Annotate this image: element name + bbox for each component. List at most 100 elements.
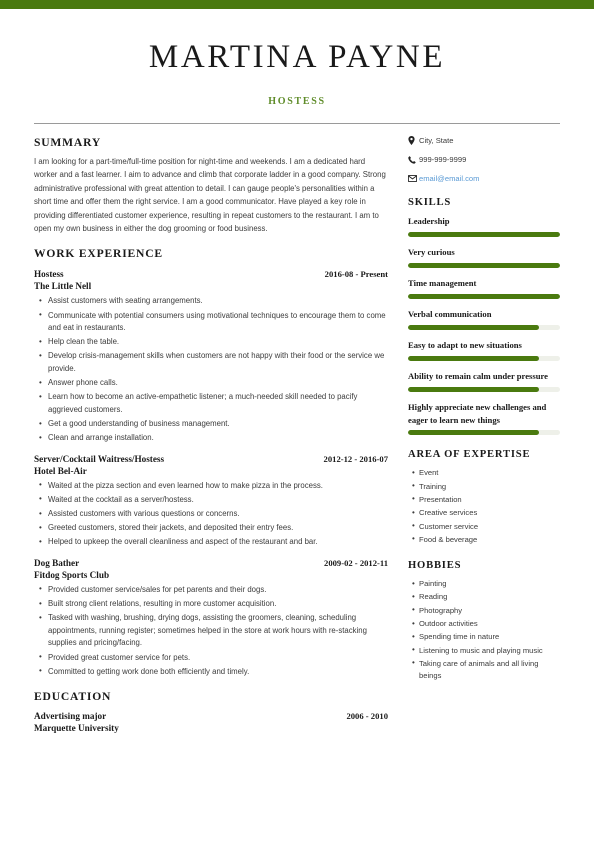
job-bullet: Tasked with washing, brushing, drying do…: [39, 612, 388, 650]
resume-header: MARTINA PAYNE HOSTESS: [0, 9, 594, 107]
skill-item: Easy to adapt to new situations: [408, 339, 560, 361]
list-item: Training: [412, 480, 560, 493]
skill-bar-track: [408, 263, 560, 269]
job-bullet: Built strong client relations, resulting…: [39, 598, 388, 611]
job-bullet: Greeted customers, stored their jackets,…: [39, 522, 388, 535]
job-bullet: Answer phone calls.: [39, 377, 388, 390]
education-degree: Advertising major: [34, 711, 107, 722]
skill-name: Very curious: [408, 247, 455, 258]
job-company: Hotel Bel-Air: [34, 465, 87, 476]
list-item: Reading: [412, 591, 560, 604]
skill-item: Ability to remain calm under pressure: [408, 370, 560, 392]
job-bullet: Communicate with potential consumers usi…: [39, 309, 388, 335]
candidate-name: MARTINA PAYNE: [148, 39, 446, 75]
list-item: Taking care of animals and all living be…: [412, 657, 560, 683]
skill-name: Highly appreciate new challenges and eag…: [408, 401, 547, 425]
skill-bar-track: [408, 430, 560, 436]
skill-bar-fill: [408, 324, 539, 330]
envelope-icon: [408, 175, 419, 183]
contact-item-email[interactable]: email@email.com: [408, 174, 560, 183]
job-date: 2016-08 - Present: [324, 269, 388, 280]
list-item: Customer service: [412, 520, 560, 533]
education-entry: Advertising major 2006 - 2010 Marquette …: [34, 711, 388, 733]
skill-item: Time management: [408, 277, 560, 299]
resume-page: MARTINA PAYNE HOSTESS SUMMARY I am looki…: [0, 0, 594, 841]
contact-email-value[interactable]: email@email.com: [419, 174, 479, 183]
hobbies-list: Painting Reading Photography Outdoor act…: [408, 578, 560, 682]
work-experience-section: WORK EXPERIENCE Hostess 2016-08 - Presen…: [34, 247, 388, 678]
job-bullets: Provided customer service/sales for pet …: [34, 583, 388, 679]
hobbies-heading: HOBBIES: [408, 560, 462, 572]
job-header-row: Hostess 2016-08 - Present: [34, 269, 388, 279]
job-bullets: Waited at the pizza section and even lea…: [34, 479, 388, 549]
skill-name: Leadership: [408, 216, 450, 227]
job-bullet: Get a good understanding of business man…: [39, 418, 388, 431]
skill-bar-track: [408, 355, 560, 361]
job-bullets: Assist customers with seating arrangemen…: [34, 295, 388, 444]
list-item: Outdoor activities: [412, 618, 560, 631]
area-of-expertise-list: Event Training Presentation Creative ser…: [408, 467, 560, 547]
skill-bar-track: [408, 293, 560, 299]
job-bullet: Waited at the cocktail as a server/hoste…: [39, 493, 388, 507]
job-entry: Dog Bather 2009-02 - 2012-11 Fitdog Spor…: [34, 558, 388, 678]
skill-bar-track: [408, 386, 560, 392]
skill-item: Highly appreciate new challenges and eag…: [408, 401, 560, 436]
skill-name: Time management: [408, 278, 477, 289]
skill-bar-fill: [408, 386, 539, 392]
job-entry: Server/Cocktail Waitress/Hostess 2012-12…: [34, 454, 388, 549]
education-header-row: Advertising major 2006 - 2010: [34, 711, 388, 721]
skill-name: Ability to remain calm under pressure: [408, 370, 548, 381]
skill-bar-track: [408, 324, 560, 330]
job-bullet: Assist customers with seating arrangemen…: [39, 295, 388, 308]
location-pin-icon: [408, 135, 419, 145]
skill-name: Easy to adapt to new situations: [408, 339, 522, 350]
list-item: Painting: [412, 578, 560, 591]
list-item: Listening to music and playing music: [412, 644, 560, 657]
skill-bar-fill: [408, 355, 539, 361]
job-header-row: Dog Bather 2009-02 - 2012-11: [34, 558, 388, 568]
job-entry: Hostess 2016-08 - Present The Little Nel…: [34, 269, 388, 444]
job-date: 2012-12 - 2016-07: [323, 453, 388, 464]
job-bullet: Develop crisis-management skills when cu…: [39, 350, 388, 375]
contact-item-location: City, State: [408, 136, 560, 145]
header-divider: [34, 122, 560, 124]
skill-item: Very curious: [408, 246, 560, 269]
contact-location-value: City, State: [419, 135, 454, 145]
education-heading: EDUCATION: [34, 690, 112, 704]
job-date: 2009-02 - 2012-11: [324, 557, 388, 568]
list-item: Food & beverage: [412, 533, 560, 546]
job-position: Hostess: [34, 269, 64, 280]
summary-heading: SUMMARY: [34, 135, 102, 149]
job-company: The Little Nell: [34, 281, 92, 292]
list-item: Creative services: [412, 507, 560, 520]
work-experience-heading: WORK EXPERIENCE: [34, 247, 163, 261]
list-item: Spending time in nature: [412, 631, 560, 644]
area-of-expertise-section: AREA OF EXPERTISE Event Training Present…: [408, 449, 560, 546]
top-accent-bar: [0, 0, 594, 9]
job-bullet: Provided great customer service for pets…: [39, 651, 388, 665]
contact-list: City, State 999-999-9999 email@email.com: [408, 136, 560, 183]
skill-item: Verbal communication: [408, 308, 560, 330]
contact-phone-value: 999-999-9999: [419, 155, 467, 165]
education-date: 2006 - 2010: [346, 711, 388, 722]
summary-section: SUMMARY I am looking for a part-time/ful…: [34, 136, 388, 235]
main-column: SUMMARY I am looking for a part-time/ful…: [34, 136, 404, 733]
candidate-job-title: HOSTESS: [268, 95, 326, 107]
job-bullet: Help clean the table.: [39, 336, 388, 349]
skill-bar-fill: [408, 232, 560, 238]
skill-bar-fill: [408, 430, 539, 436]
job-bullet: Learn how to become an active-empathetic…: [39, 391, 388, 416]
job-header-row: Server/Cocktail Waitress/Hostess 2012-12…: [34, 454, 388, 464]
sidebar-column: City, State 999-999-9999 email@email.com…: [404, 136, 560, 733]
job-bullet: Helped to upkeep the overall cleanliness…: [39, 536, 388, 549]
job-position: Server/Cocktail Waitress/Hostess: [34, 453, 165, 464]
skill-name: Verbal communication: [408, 308, 492, 319]
list-item: Event: [412, 467, 560, 480]
job-bullet: Provided customer service/sales for pet …: [39, 583, 388, 597]
skills-heading: SKILLS: [408, 197, 452, 209]
skill-bar-fill: [408, 293, 560, 299]
job-company: Fitdog Sports Club: [34, 569, 110, 580]
area-of-expertise-heading: AREA OF EXPERTISE: [408, 449, 531, 461]
education-school: Marquette University: [34, 723, 119, 734]
job-bullet: Committed to getting work done both effi…: [39, 665, 388, 679]
